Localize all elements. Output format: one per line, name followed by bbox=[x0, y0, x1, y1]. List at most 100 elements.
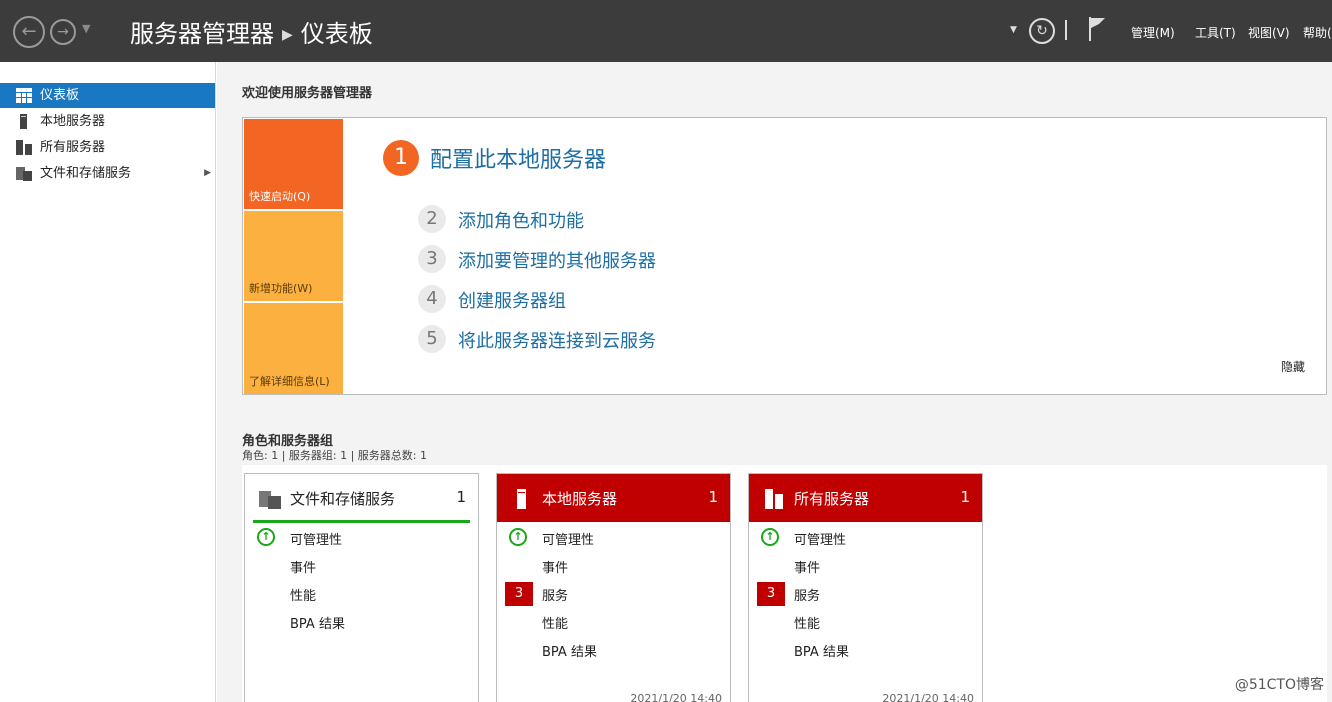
step-number-3: 3 bbox=[418, 245, 446, 273]
card-row-manageability[interactable]: ↑ 可管理性 bbox=[749, 524, 982, 552]
link-create-server-group[interactable]: 创建服务器组 bbox=[458, 287, 566, 313]
card-row-events[interactable]: 事件 bbox=[497, 552, 730, 580]
history-dropdown[interactable]: ▼ bbox=[82, 22, 90, 35]
card-row-events[interactable]: 事件 bbox=[245, 552, 478, 580]
row-label: 事件 bbox=[794, 561, 821, 576]
card-row-performance[interactable]: 性能 bbox=[497, 608, 730, 636]
back-button[interactable]: ← bbox=[13, 16, 45, 48]
breadcrumb-separator-icon: ▶ bbox=[282, 27, 293, 43]
sidebar-item-label: 文件和存储服务 bbox=[40, 166, 132, 181]
expand-arrow-icon[interactable]: ▶ bbox=[204, 161, 211, 186]
card-row-performance[interactable]: 性能 bbox=[245, 580, 478, 608]
card-row-bpa[interactable]: BPA 结果 bbox=[749, 636, 982, 664]
arrow-right-icon: → bbox=[57, 24, 69, 40]
role-card-local-server[interactable]: 本地服务器 1 ↑ 可管理性 事件 3 服务 性能 BPA 结果 2021/1/… bbox=[496, 473, 731, 702]
card-row-services[interactable]: 3 服务 bbox=[749, 582, 982, 610]
server-icon bbox=[20, 114, 27, 129]
step-number-5: 5 bbox=[418, 325, 446, 353]
servers-icon bbox=[16, 140, 32, 155]
card-title: 本地服务器 bbox=[542, 490, 618, 508]
card-row-bpa[interactable]: BPA 结果 bbox=[245, 608, 478, 636]
card-header[interactable]: 本地服务器 1 bbox=[497, 474, 730, 522]
alert-count-badge: 3 bbox=[505, 582, 533, 606]
row-label: 性能 bbox=[290, 589, 317, 604]
card-count: 1 bbox=[708, 488, 718, 506]
flag-icon bbox=[1089, 17, 1105, 41]
menu-view[interactable]: 视图(V) bbox=[1248, 24, 1290, 41]
step-number-2: 2 bbox=[418, 205, 446, 233]
link-configure-local-server[interactable]: 配置此本地服务器 bbox=[430, 142, 606, 174]
card-header[interactable]: 文件和存储服务 1 bbox=[245, 474, 478, 522]
menu-help[interactable]: 帮助( bbox=[1303, 24, 1332, 41]
servers-icon bbox=[765, 489, 783, 509]
sidebar-item-file-storage[interactable]: 文件和存储服务 ▶ bbox=[0, 161, 215, 186]
row-label: BPA 结果 bbox=[542, 645, 597, 660]
sidebar-item-label: 本地服务器 bbox=[40, 114, 106, 129]
chevron-down-icon: ▼ bbox=[1010, 25, 1017, 35]
role-card-all-servers[interactable]: 所有服务器 1 ↑ 可管理性 事件 3 服务 性能 BPA 结果 2021/1/… bbox=[748, 473, 983, 702]
status-ok-icon: ↑ bbox=[509, 528, 527, 546]
row-label: 事件 bbox=[542, 561, 569, 576]
page-title: 仪表板 bbox=[300, 20, 373, 48]
role-card-file-storage[interactable]: 文件和存储服务 1 ↑ 可管理性 事件 性能 BPA 结果 bbox=[244, 473, 479, 702]
card-title: 所有服务器 bbox=[794, 490, 870, 508]
tile-label: 了解详细信息(L) bbox=[249, 375, 330, 388]
row-label: 服务 bbox=[542, 589, 569, 604]
watermark: @51CTO博客 bbox=[1234, 677, 1324, 693]
row-label: 可管理性 bbox=[794, 533, 847, 548]
card-header[interactable]: 所有服务器 1 bbox=[749, 474, 982, 522]
step-number-1: 1 bbox=[383, 140, 419, 176]
sidebar-item-dashboard[interactable]: 仪表板 bbox=[0, 83, 215, 108]
tile-quick-start[interactable]: 快速启动(Q) bbox=[244, 119, 343, 209]
card-count: 1 bbox=[456, 488, 466, 506]
dashboard-icon bbox=[16, 88, 32, 103]
sidebar-item-local-server[interactable]: 本地服务器 bbox=[0, 109, 215, 134]
tile-label: 快速启动(Q) bbox=[249, 190, 311, 203]
notifications-button[interactable] bbox=[1087, 16, 1107, 42]
breadcrumb: 服务器管理器 ▶ 仪表板 bbox=[130, 14, 373, 49]
row-label: BPA 结果 bbox=[290, 617, 345, 632]
card-row-performance[interactable]: 性能 bbox=[749, 608, 982, 636]
row-label: 可管理性 bbox=[290, 533, 343, 548]
sidebar-item-label: 所有服务器 bbox=[40, 140, 106, 155]
card-row-manageability[interactable]: ↑ 可管理性 bbox=[497, 524, 730, 552]
card-row-bpa[interactable]: BPA 结果 bbox=[497, 636, 730, 664]
alert-count-badge: 3 bbox=[757, 582, 785, 606]
refresh-icon: ↻ bbox=[1036, 23, 1048, 39]
card-row-services[interactable]: 3 服务 bbox=[497, 582, 730, 610]
tile-whats-new[interactable]: 新增功能(W) bbox=[244, 211, 343, 301]
forward-button[interactable]: → bbox=[50, 19, 76, 45]
menu-manage[interactable]: 管理(M) bbox=[1131, 24, 1175, 41]
link-connect-cloud[interactable]: 将此服务器连接到云服务 bbox=[458, 327, 656, 353]
hide-button[interactable]: 隐藏 bbox=[1281, 358, 1305, 375]
refresh-button[interactable]: ↻ bbox=[1029, 18, 1055, 44]
sidebar-item-label: 仪表板 bbox=[40, 88, 80, 103]
sidebar: 仪表板 本地服务器 所有服务器 文件和存储服务 ▶ bbox=[0, 62, 216, 702]
card-timestamp: 2021/1/20 14:40 bbox=[630, 692, 722, 702]
refresh-dropdown[interactable]: ▼ bbox=[1010, 25, 1017, 35]
status-ok-icon: ↑ bbox=[257, 528, 275, 546]
card-row-events[interactable]: 事件 bbox=[749, 552, 982, 580]
sidebar-item-all-servers[interactable]: 所有服务器 bbox=[0, 135, 215, 160]
link-add-roles-features[interactable]: 添加角色和功能 bbox=[458, 207, 584, 233]
arrow-left-icon: ← bbox=[21, 21, 37, 42]
app-title: 服务器管理器 bbox=[130, 20, 274, 48]
title-bar: ← → ▼ 服务器管理器 ▶ 仪表板 ▼ ↻ 管理(M) 工具(T) 视图(V) 帮… bbox=[0, 0, 1332, 62]
step-number-4: 4 bbox=[418, 285, 446, 313]
tile-learn-more[interactable]: 了解详细信息(L) bbox=[244, 303, 343, 394]
roles-summary: 角色: 1 | 服务器组: 1 | 服务器总数: 1 bbox=[242, 449, 428, 462]
row-label: 事件 bbox=[290, 561, 317, 576]
card-count: 1 bbox=[960, 488, 970, 506]
server-icon bbox=[517, 489, 526, 509]
link-add-servers[interactable]: 添加要管理的其他服务器 bbox=[458, 247, 656, 273]
file-storage-icon bbox=[259, 491, 281, 509]
tile-label: 新增功能(W) bbox=[249, 282, 313, 295]
quick-start-panel: 快速启动(Q) 新增功能(W) 了解详细信息(L) 1 配置此本地服务器 2 添… bbox=[242, 117, 1327, 395]
menu-tools[interactable]: 工具(T) bbox=[1195, 24, 1236, 41]
status-ok-icon: ↑ bbox=[761, 528, 779, 546]
divider bbox=[1065, 20, 1067, 40]
row-label: 可管理性 bbox=[542, 533, 595, 548]
card-row-manageability[interactable]: ↑ 可管理性 bbox=[245, 524, 478, 552]
row-label: 性能 bbox=[542, 617, 569, 632]
row-label: BPA 结果 bbox=[794, 645, 849, 660]
